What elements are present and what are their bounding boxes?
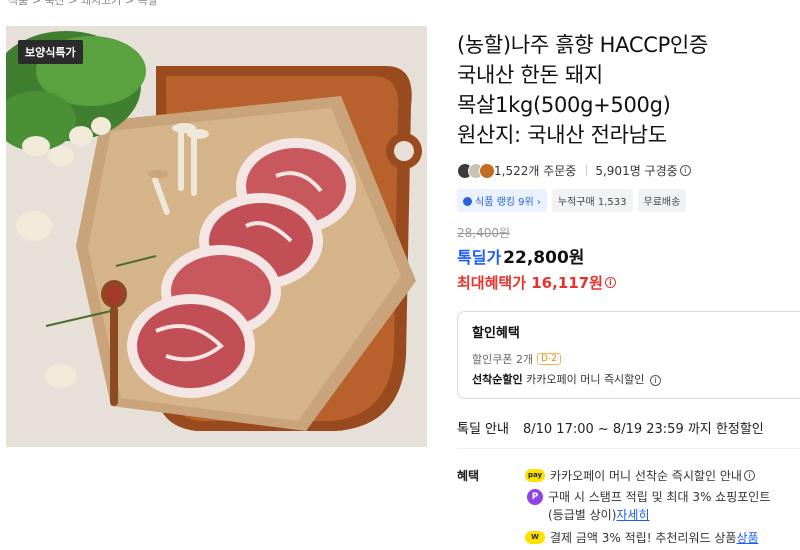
benefit-kakaopay[interactable]: pay 카카오페이 머니 선착순 즉시할인 안내 i	[525, 467, 755, 484]
benefit-stamp: P 구매 시 스탬프 적립 및 최대 3% 쇼핑포인트	[525, 488, 770, 505]
benefits-label: 혜택	[457, 469, 480, 483]
benefit-kakaopay-text: 카카오페이 머니 선착순 즉시할인 안내	[550, 469, 742, 483]
info-icon[interactable]: i	[649, 375, 661, 386]
kakaopay-icon: pay	[525, 469, 545, 482]
buyer-avatars	[457, 162, 495, 179]
details-link[interactable]: 자세히	[616, 506, 649, 523]
ranking-chip[interactable]: 식품 랭킹 9위 ›	[457, 189, 547, 212]
cumulative-purchase-chip: 누적구매 1,533	[551, 189, 633, 212]
info-icon[interactable]: i	[743, 470, 755, 481]
benefit-stamp-detail: (등급별 상이) 자세히	[548, 506, 650, 523]
reward-product-link[interactable]: 상품	[736, 529, 758, 546]
badge-chips: 식품 랭킹 9위 › 누적구매 1,533 무료배송	[457, 189, 800, 212]
first-come-label: 선착순할인	[472, 373, 523, 386]
title-line: 원산지: 국내산 전라남도	[457, 123, 667, 147]
deal-price-row: 톡딜가 22,800원	[457, 243, 800, 268]
ranking-icon	[463, 197, 472, 206]
info-icon[interactable]: i	[604, 277, 616, 288]
deal-notice: 톡딜 안내 8/10 17:00 ~ 8/19 23:59 까지 한정할인	[457, 418, 764, 437]
title-line: 국내산 한돈 돼지	[457, 63, 603, 87]
coupon-count: 할인쿠폰 2개	[472, 353, 534, 366]
coupon-row[interactable]: 할인쿠폰 2개 D-2	[472, 351, 800, 367]
first-come-desc: 카카오페이 머니 즉시할인	[522, 373, 645, 386]
benefit-stamp-note: (등급별 상이)	[548, 508, 617, 522]
product-image: 보양식특가	[6, 26, 427, 447]
deal-notice-label: 톡딜 안내	[457, 422, 509, 437]
max-benefit-price[interactable]: 최대혜택가 16,117원 i	[457, 272, 800, 293]
ranking-chip-label: 식품 랭킹 9위 ›	[475, 197, 541, 208]
deal-price-label: 톡딜가	[457, 248, 502, 267]
discount-box: 할인혜택 할인쿠폰 2개 D-2 선착순할인 카카오페이 머니 즉시할인 i	[457, 311, 800, 399]
first-come-discount[interactable]: 선착순할인 카카오페이 머니 즉시할인 i	[472, 371, 800, 387]
benefit-stamp-text: 구매 시 스탬프 적립 및 최대 3% 쇼핑포인트	[548, 490, 771, 504]
max-benefit-text: 최대혜택가 16,117원	[457, 274, 603, 292]
breadcrumb[interactable]: 식품 > 축산 > 돼지고기 > 목살	[8, 0, 158, 8]
order-count: 1,522개 주문중	[494, 164, 577, 178]
divider	[586, 165, 588, 176]
viewer-count: 5,901명 구경중	[595, 164, 678, 178]
product-stats: 1,522개 주문중 5,901명 구경중 i	[457, 162, 800, 179]
free-shipping-chip: 무료배송	[637, 189, 687, 212]
info-icon[interactable]: i	[679, 165, 691, 176]
title-line: 목살1kg(500g+500g)	[457, 93, 671, 117]
benefit-reward: W 결제 금액 3% 적립! 추천리워드 상품 상품	[525, 529, 759, 546]
avatar	[479, 162, 495, 179]
reward-icon: W	[525, 531, 545, 544]
product-info: (농할)나주 흙향 HACCP인증 국내산 한돈 돼지 목살1kg(500g+5…	[457, 30, 800, 293]
point-icon: P	[527, 488, 543, 505]
promo-badge: 보양식특가	[18, 40, 83, 64]
deal-notice-period: 8/10 17:00 ~ 8/19 23:59 까지 한정할인	[522, 422, 764, 437]
section-divider	[457, 448, 800, 449]
deal-price-value: 22,800원	[503, 248, 585, 268]
product-title: (농할)나주 흙향 HACCP인증 국내산 한돈 돼지 목살1kg(500g+5…	[457, 30, 800, 150]
title-line: (농할)나주 흙향 HACCP인증	[457, 33, 708, 57]
original-price: 28,400원	[457, 226, 511, 240]
benefit-reward-text: 결제 금액 3% 적립! 추천리워드 상품	[550, 531, 737, 545]
dday-badge: D-2	[537, 353, 562, 365]
discount-title: 할인혜택	[472, 326, 520, 341]
product-photo-illustration	[6, 26, 427, 447]
